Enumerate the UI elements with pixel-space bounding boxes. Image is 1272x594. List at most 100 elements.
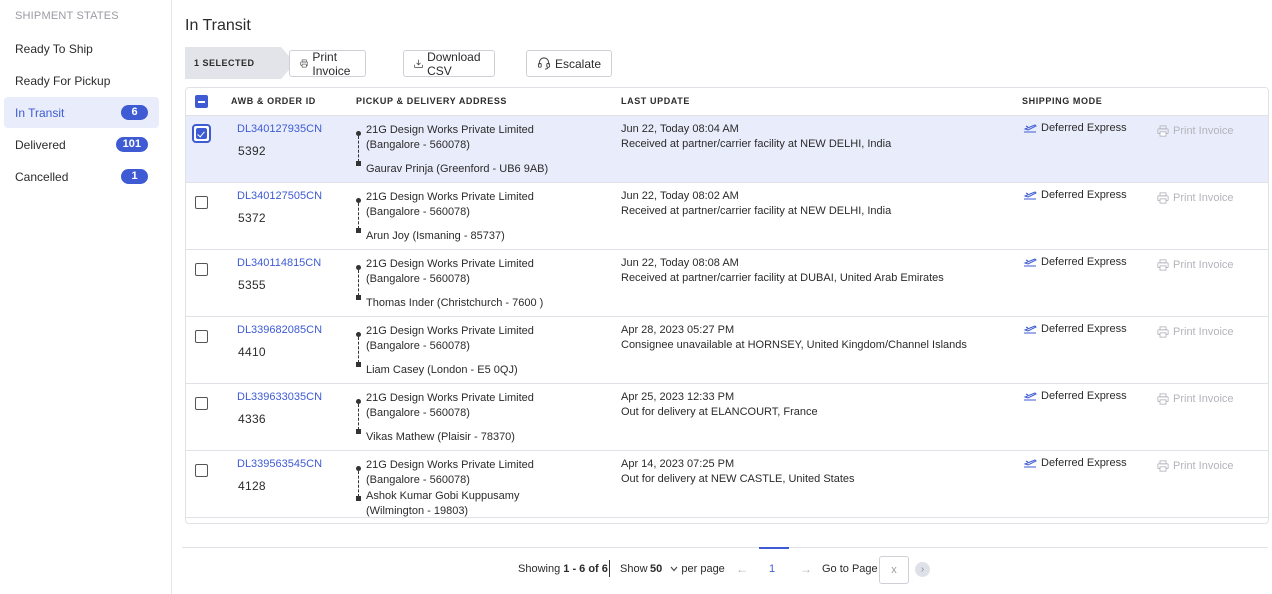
sidebar-item-ready-to-ship[interactable]: Ready To Ship [4,33,159,64]
chevron-down-icon [670,563,678,575]
plane-icon [1023,257,1037,266]
prev-page-icon[interactable]: ← [736,562,748,576]
select-all-checkbox[interactable] [195,95,208,108]
sidebar-item-label: Ready To Ship [15,41,93,56]
shipping-mode-label: Deferred Express [1041,189,1127,201]
sidebar-item-cancelled[interactable]: Cancelled 1 [4,161,159,192]
per-page-suffix: per page [681,563,725,575]
next-page-icon[interactable]: → [800,562,812,576]
table-row[interactable]: DL340127935CN 5392 21G Design Works Privat… [186,116,1268,183]
row-print-invoice-label: Print Invoice [1173,460,1234,472]
awb-link[interactable]: DL339633035CN [237,391,322,403]
plane-icon [1023,190,1037,199]
plane-icon [1023,458,1037,467]
escalate-button[interactable]: Escalate [526,50,613,77]
shipping-mode-label: Deferred Express [1041,256,1127,268]
per-page-select[interactable]: 50 per page [650,563,725,575]
count-badge: 101 [115,137,148,152]
sidebar-item-ready-for-pickup[interactable]: Ready For Pickup [4,65,159,96]
awb-link[interactable]: DL340127505CN [237,190,322,202]
order-id: 4128 [238,479,266,493]
sidebar-item-label: Delivered [15,137,66,152]
delivery-address: Ashok Kumar Gobi Kuppusamy (Wilmington -… [366,490,520,517]
printer-icon [1157,259,1169,271]
download-csv-button[interactable]: Download CSV [403,50,496,78]
sidebar-item-label: In Transit [15,105,65,120]
row-print-invoice-label: Print Invoice [1173,259,1234,271]
shipping-mode-label: Deferred Express [1041,390,1127,402]
goto-page-input[interactable]: x [879,556,909,584]
delivery-address: Arun Joy (Ismaning - 85737) [366,230,505,242]
print-invoice-button[interactable]: Print Invoice [289,50,367,78]
page-number[interactable]: 1 [769,563,775,575]
pickup-address: 21G Design Works Private Limited (Bangal… [366,258,534,285]
delivery-address: Thomas Inder (Christchurch - 7600 ) [366,297,544,309]
row-print-invoice-button[interactable]: Print Invoice [1157,326,1234,338]
escalate-label: Escalate [555,56,602,71]
row-print-invoice-button[interactable]: Print Invoice [1157,192,1234,204]
printer-icon [1157,326,1169,338]
shipping-mode: Deferred Express [1023,256,1127,268]
table-header: AWB & ORDER ID PICKUP & DELIVERY ADDRESS… [186,88,1268,116]
headset-icon [537,57,551,70]
row-checkbox[interactable] [195,263,208,276]
update-status: Out for delivery at NEW CASTLE, United S… [621,473,855,485]
awb-link[interactable]: DL340114815CN [237,257,321,269]
table-row[interactable]: DL339682085CN 4410 21G Design Works Privat… [186,317,1268,384]
delivery-address: Gaurav Prinja (Greenford - UB6 9AB) [366,163,549,175]
row-print-invoice-button[interactable]: Print Invoice [1157,125,1234,137]
shipping-mode: Deferred Express [1023,457,1127,469]
row-print-invoice-label: Print Invoice [1173,125,1234,137]
table-row[interactable]: DL340127505CN 5372 21G Design Works Privat… [186,183,1268,250]
route-line [358,270,359,296]
printer-icon [300,59,309,68]
update-time: Jun 22, Today 08:04 AM [621,123,739,135]
delivery-marker-icon [356,362,361,367]
update-time: Apr 14, 2023 07:25 PM [621,458,735,470]
pickup-address: 21G Design Works Private Limited (Bangal… [366,325,534,352]
row-print-invoice-button[interactable]: Print Invoice [1157,393,1234,405]
row-checkbox[interactable] [195,196,208,209]
showing-range: 1 - 6 of 6 [563,563,608,575]
shipping-mode: Deferred Express [1023,390,1127,402]
row-checkbox[interactable] [195,397,208,410]
shipping-mode: Deferred Express [1023,323,1127,335]
sidebar: SHIPMENT STATES Ready To Ship Ready For … [0,0,172,594]
show-label: Show [620,563,648,575]
pickup-address: 21G Design Works Private Limited (Bangal… [366,191,534,218]
row-checkbox[interactable] [192,124,211,143]
sidebar-item-in-transit[interactable]: In Transit 6 [4,97,159,128]
plane-icon [1023,391,1037,400]
count-badge: 6 [121,105,148,120]
count-badge: 1 [121,169,148,184]
route-line [358,203,359,229]
page-title: In Transit [185,17,251,34]
sidebar-item-delivered[interactable]: Delivered 101 [4,129,159,160]
awb-link[interactable]: DL339563545CN [237,458,322,470]
update-status: Consignee unavailable at HORNSEY, United… [621,339,967,351]
delivery-marker-icon [356,228,361,233]
route-line [358,136,359,162]
order-id: 4410 [238,345,266,359]
printer-icon [1157,460,1169,472]
table-row[interactable]: DL339633035CN 4336 21G Design Works Privat… [186,384,1268,451]
row-checkbox[interactable] [195,464,208,477]
selected-count-tag: 1 SELECTED [185,47,295,79]
delivery-marker-icon [356,295,361,300]
update-status: Received at partner/carrier facility at … [621,272,944,284]
plane-icon [1023,324,1037,333]
delivery-address: Liam Casey (London - E5 0QJ) [366,364,518,376]
table-row[interactable]: DL339563545CN 4128 21G Design Works Privat… [186,451,1268,518]
table-row[interactable]: DL340114815CN 5355 21G Design Works Privat… [186,250,1268,317]
row-print-invoice-label: Print Invoice [1173,192,1234,204]
row-print-invoice-button[interactable]: Print Invoice [1157,259,1234,271]
row-checkbox[interactable] [195,330,208,343]
goto-page-chevron-icon[interactable]: › [915,562,930,577]
per-page-value: 50 [650,563,663,575]
route-line [358,337,359,363]
awb-link[interactable]: DL340127935CN [237,123,322,135]
row-print-invoice-button[interactable]: Print Invoice [1157,460,1234,472]
awb-link[interactable]: DL339682085CN [237,324,322,336]
download-icon [414,59,423,68]
update-time: Jun 22, Today 08:08 AM [621,257,739,269]
